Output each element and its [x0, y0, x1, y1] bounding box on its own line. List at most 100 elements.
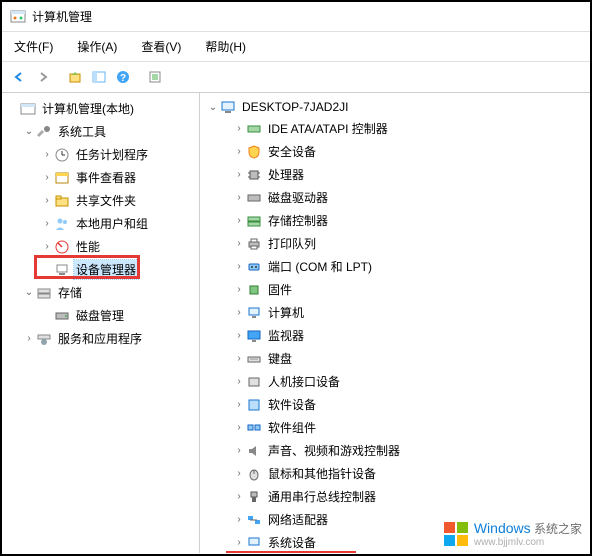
chevron-right-icon[interactable]: ›	[232, 145, 246, 159]
tree-performance[interactable]: › 性能	[4, 235, 197, 258]
chevron-down-icon[interactable]: ⌄	[22, 125, 36, 139]
chevron-right-icon[interactable]: ›	[232, 283, 246, 297]
device-security[interactable]: › 安全设备	[202, 140, 588, 163]
titlebar: 计算机管理	[2, 2, 590, 32]
chevron-right-icon[interactable]: ›	[232, 536, 246, 550]
tree-disk-management[interactable]: 磁盘管理	[4, 304, 197, 327]
device-manager-icon	[54, 262, 70, 278]
chevron-right-icon[interactable]: ›	[232, 191, 246, 205]
device-software-devices[interactable]: › 软件设备	[202, 393, 588, 416]
chevron-right-icon[interactable]: ›	[40, 171, 54, 185]
device-monitors[interactable]: › 监视器	[202, 324, 588, 347]
software-comp-icon	[246, 420, 262, 436]
monitor-icon	[246, 328, 262, 344]
port-icon	[246, 259, 262, 275]
users-icon	[54, 216, 70, 232]
chevron-right-icon[interactable]: ›	[232, 375, 246, 389]
properties-button[interactable]	[144, 66, 166, 88]
help-button[interactable]: ?	[112, 66, 134, 88]
device-usb[interactable]: › 通用串行总线控制器	[202, 485, 588, 508]
menu-action[interactable]: 操作(A)	[73, 36, 121, 57]
device-disk-drives[interactable]: › 磁盘驱动器	[202, 186, 588, 209]
chevron-right-icon[interactable]: ›	[232, 490, 246, 504]
chevron-right-icon[interactable]: ›	[232, 122, 246, 136]
ide-icon	[246, 121, 262, 137]
device-computers[interactable]: › 计算机	[202, 301, 588, 324]
tree-event-viewer[interactable]: › 事件查看器	[4, 166, 197, 189]
tree-task-scheduler[interactable]: › 任务计划程序	[4, 143, 197, 166]
software-dev-icon	[246, 397, 262, 413]
services-icon	[36, 331, 52, 347]
main-content: 计算机管理(本地) ⌄ 系统工具 › 任务计划程序 › 事件查看器 › 共享文件…	[2, 93, 590, 553]
tree-storage[interactable]: ⌄ 存储	[4, 281, 197, 304]
chevron-right-icon[interactable]: ›	[40, 217, 54, 231]
device-mice[interactable]: › 鼠标和其他指针设备	[202, 462, 588, 485]
tree-local-users[interactable]: › 本地用户和组	[4, 212, 197, 235]
tree-system-tools[interactable]: ⌄ 系统工具	[4, 120, 197, 143]
storage-ctrl-icon	[246, 213, 262, 229]
tree-root-computer-mgmt[interactable]: 计算机管理(本地)	[4, 97, 197, 120]
chevron-right-icon[interactable]: ›	[232, 214, 246, 228]
expander-icon	[40, 263, 54, 277]
shield-icon	[246, 144, 262, 160]
device-storage-controllers[interactable]: › 存储控制器	[202, 209, 588, 232]
left-tree-pane: 计算机管理(本地) ⌄ 系统工具 › 任务计划程序 › 事件查看器 › 共享文件…	[2, 93, 200, 553]
device-sound[interactable]: › 声音、视频和游戏控制器	[202, 439, 588, 462]
menu-view[interactable]: 查看(V)	[137, 36, 185, 57]
computer-mgmt-icon	[20, 101, 36, 117]
device-ports[interactable]: › 端口 (COM 和 LPT)	[202, 255, 588, 278]
chevron-down-icon[interactable]: ⌄	[22, 286, 36, 300]
chevron-down-icon[interactable]: ⌄	[206, 100, 220, 114]
device-software-components[interactable]: › 软件组件	[202, 416, 588, 439]
system-dev-icon	[246, 535, 262, 551]
chevron-right-icon[interactable]: ›	[40, 194, 54, 208]
keyboard-icon	[246, 351, 262, 367]
computer-icon	[220, 99, 236, 115]
device-keyboards[interactable]: › 键盘	[202, 347, 588, 370]
chevron-right-icon[interactable]: ›	[22, 332, 36, 346]
tree-services-apps[interactable]: › 服务和应用程序	[4, 327, 197, 350]
chevron-right-icon[interactable]: ›	[40, 148, 54, 162]
hid-icon	[246, 374, 262, 390]
chevron-right-icon[interactable]: ›	[232, 398, 246, 412]
chevron-right-icon[interactable]: ›	[232, 306, 246, 320]
tree-device-manager[interactable]: 设备管理器	[4, 258, 197, 281]
chevron-right-icon[interactable]: ›	[232, 237, 246, 251]
device-processors[interactable]: › 处理器	[202, 163, 588, 186]
show-hide-tree-button[interactable]	[88, 66, 110, 88]
forward-button[interactable]	[32, 66, 54, 88]
storage-icon	[36, 285, 52, 301]
device-print-queues[interactable]: › 打印队列	[202, 232, 588, 255]
menubar: 文件(F) 操作(A) 查看(V) 帮助(H)	[2, 32, 590, 62]
mouse-icon	[246, 466, 262, 482]
chevron-right-icon[interactable]: ›	[232, 467, 246, 481]
device-network[interactable]: › 网络适配器	[202, 508, 588, 531]
chevron-right-icon[interactable]: ›	[232, 168, 246, 182]
speaker-icon	[246, 443, 262, 459]
expander-icon[interactable]	[6, 102, 20, 116]
computer-small-icon	[246, 305, 262, 321]
device-system[interactable]: › 系统设备	[202, 531, 588, 553]
chevron-right-icon[interactable]: ›	[232, 513, 246, 527]
menu-help[interactable]: 帮助(H)	[201, 36, 250, 57]
chevron-right-icon[interactable]: ›	[232, 260, 246, 274]
menu-file[interactable]: 文件(F)	[10, 36, 57, 57]
cpu-icon	[246, 167, 262, 183]
tree-shared-folders[interactable]: › 共享文件夹	[4, 189, 197, 212]
device-hid[interactable]: › 人机接口设备	[202, 370, 588, 393]
up-button[interactable]	[64, 66, 86, 88]
tools-icon	[36, 124, 52, 140]
chevron-right-icon[interactable]: ›	[232, 444, 246, 458]
chevron-right-icon[interactable]: ›	[40, 240, 54, 254]
device-ide[interactable]: › IDE ATA/ATAPI 控制器	[202, 117, 588, 140]
expander-icon	[40, 309, 54, 323]
svg-text:?: ?	[120, 73, 126, 84]
back-button[interactable]	[8, 66, 30, 88]
chevron-right-icon[interactable]: ›	[232, 329, 246, 343]
network-icon	[246, 512, 262, 528]
chevron-right-icon[interactable]: ›	[232, 421, 246, 435]
app-icon	[10, 9, 26, 25]
device-firmware[interactable]: › 固件	[202, 278, 588, 301]
device-root-computer[interactable]: ⌄ DESKTOP-7JAD2JI	[202, 97, 588, 117]
chevron-right-icon[interactable]: ›	[232, 352, 246, 366]
